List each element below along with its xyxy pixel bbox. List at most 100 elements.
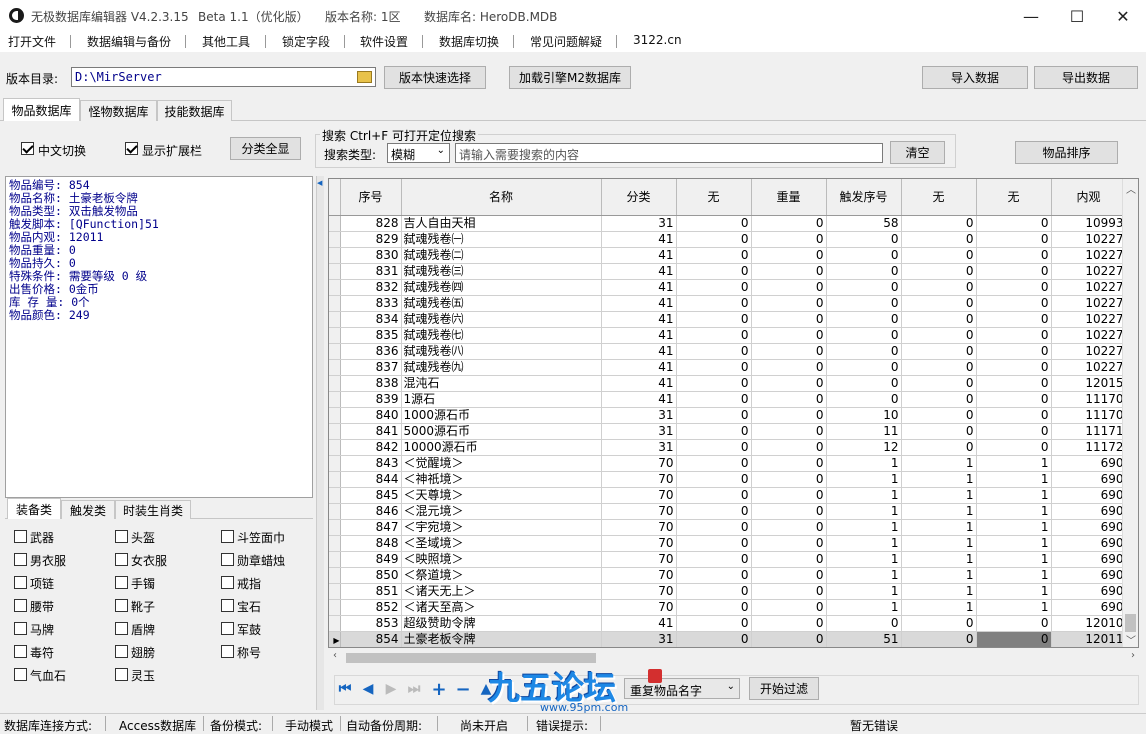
table-cell[interactable]: ＜圣域境＞ [401, 535, 602, 552]
table-cell[interactable]: 690 [1051, 519, 1127, 536]
category-checkbox[interactable] [14, 599, 27, 612]
cat-tab-trigger[interactable]: 触发类 [61, 500, 115, 519]
row-indicator[interactable] [329, 391, 341, 408]
table-cell[interactable]: 12015 [1051, 375, 1127, 392]
table-cell[interactable]: 吉人自由天相 [401, 215, 602, 232]
row-indicator[interactable] [329, 583, 341, 600]
table-cell[interactable]: 0 [751, 391, 827, 408]
table-cell[interactable]: 0 [676, 407, 752, 424]
table-row[interactable]: 838 混沌石 41 0 0 0 0 0 12015 [329, 375, 1127, 392]
table-cell[interactable]: 1 [976, 551, 1052, 568]
table-cell[interactable]: 70 [601, 455, 677, 472]
table-cell[interactable]: 1 [976, 487, 1052, 504]
table-cell[interactable]: 0 [826, 327, 902, 344]
table-cell[interactable]: 41 [601, 375, 677, 392]
table-cell[interactable]: 10 [826, 407, 902, 424]
category-checkbox[interactable] [14, 576, 27, 589]
category-checkbox[interactable] [221, 553, 234, 566]
table-cell[interactable]: 0 [751, 631, 827, 647]
table-cell[interactable]: 0 [676, 487, 752, 504]
row-indicator[interactable] [329, 439, 341, 456]
table-cell[interactable]: 840 [340, 407, 402, 424]
category-checkbox[interactable] [115, 645, 128, 658]
table-row[interactable]: 845 ＜天尊境＞ 70 0 0 1 1 1 690 [329, 487, 1127, 504]
table-cell[interactable]: ＜宇宛境＞ [401, 519, 602, 536]
table-cell[interactable]: 10227 [1051, 343, 1127, 360]
row-indicator[interactable] [329, 487, 341, 504]
clear-search-button[interactable]: 清空 [890, 141, 945, 164]
table-row[interactable]: 849 ＜映照境＞ 70 0 0 1 1 1 690 [329, 551, 1127, 568]
table-cell[interactable]: 41 [601, 615, 677, 632]
table-cell[interactable]: 41 [601, 343, 677, 360]
table-cell[interactable]: ＜祭道境＞ [401, 567, 602, 584]
table-row[interactable]: 839 1源石 41 0 0 0 0 0 11170 [329, 391, 1127, 408]
table-row[interactable]: 836 弑魂残卷㈧ 41 0 0 0 0 0 10227 [329, 343, 1127, 360]
table-cell[interactable]: 41 [601, 295, 677, 312]
table-cell[interactable]: 1 [826, 583, 902, 600]
table-cell[interactable]: 0 [751, 503, 827, 520]
table-row[interactable]: ▶ 854 土豪老板令牌 31 0 0 51 0 0 12011 [329, 631, 1127, 647]
table-cell[interactable]: 0 [676, 391, 752, 408]
table-cell[interactable]: 0 [976, 215, 1052, 232]
show-all-categories-button[interactable]: 分类全显 [230, 137, 301, 160]
table-cell[interactable]: 弑魂残卷㈨ [401, 359, 602, 376]
column-header[interactable]: 序号 [340, 179, 402, 216]
table-cell[interactable]: 41 [601, 327, 677, 344]
table-row[interactable]: 829 弑魂残卷㈠ 41 0 0 0 0 0 10227 [329, 231, 1127, 248]
folder-icon[interactable] [357, 71, 372, 83]
table-cell[interactable]: 0 [676, 295, 752, 312]
table-cell[interactable]: 1 [826, 567, 902, 584]
table-cell[interactable]: 10000源石币 [401, 439, 602, 456]
menu-edit-backup[interactable]: 数据编辑与备份 [87, 33, 171, 50]
table-cell[interactable]: 0 [751, 295, 827, 312]
cat-tab-equipment[interactable]: 装备类 [7, 498, 61, 519]
table-cell[interactable]: 0 [676, 311, 752, 328]
table-cell[interactable]: 0 [826, 279, 902, 296]
vertical-scroll-thumb[interactable] [1125, 614, 1136, 632]
table-cell[interactable]: 1 [826, 503, 902, 520]
export-data-button[interactable]: 导出数据 [1034, 66, 1138, 89]
table-cell[interactable]: 0 [901, 327, 977, 344]
scroll-down-icon[interactable]: ﹀ [1126, 632, 1136, 647]
table-cell[interactable]: 0 [751, 375, 827, 392]
table-cell[interactable]: 1 [901, 519, 977, 536]
table-cell[interactable]: 841 [340, 423, 402, 440]
table-cell[interactable]: 0 [976, 231, 1052, 248]
table-cell[interactable]: 852 [340, 599, 402, 616]
table-cell[interactable]: 0 [976, 375, 1052, 392]
table-cell[interactable]: 0 [751, 327, 827, 344]
row-indicator[interactable] [329, 519, 341, 536]
column-header[interactable]: 无 [976, 179, 1052, 216]
row-indicator[interactable] [329, 215, 341, 232]
delete-record-icon[interactable]: − [454, 679, 472, 700]
row-indicator[interactable] [329, 247, 341, 264]
table-cell[interactable]: 839 [340, 391, 402, 408]
category-checkbox[interactable] [221, 645, 234, 658]
search-type-select[interactable]: 模糊 ⌄ [387, 143, 450, 163]
table-cell[interactable]: 0 [901, 423, 977, 440]
table-row[interactable]: 831 弑魂残卷㈢ 41 0 0 0 0 0 10227 [329, 263, 1127, 280]
table-cell[interactable]: 0 [676, 231, 752, 248]
table-cell[interactable]: 837 [340, 359, 402, 376]
category-checkbox[interactable] [14, 622, 27, 635]
category-checkbox[interactable] [115, 530, 128, 543]
table-cell[interactable]: 70 [601, 567, 677, 584]
table-cell[interactable]: 0 [976, 359, 1052, 376]
table-row[interactable]: 843 ＜觉醒境＞ 70 0 0 1 1 1 690 [329, 455, 1127, 472]
table-cell[interactable]: 0 [676, 455, 752, 472]
scroll-up-icon[interactable]: ︿ [1126, 181, 1136, 196]
table-cell[interactable]: 0 [901, 247, 977, 264]
table-cell[interactable]: 0 [976, 439, 1052, 456]
table-cell[interactable]: 1 [826, 599, 902, 616]
table-cell[interactable]: 0 [676, 247, 752, 264]
table-cell[interactable]: 846 [340, 503, 402, 520]
table-cell[interactable]: 0 [901, 359, 977, 376]
table-cell[interactable]: 11 [826, 423, 902, 440]
show-ext-checkbox[interactable] [125, 142, 138, 155]
table-cell[interactable]: 1 [826, 519, 902, 536]
table-cell[interactable]: 844 [340, 471, 402, 488]
table-cell[interactable]: 835 [340, 327, 402, 344]
table-cell[interactable]: 1 [826, 471, 902, 488]
table-row[interactable]: 828 吉人自由天相 31 0 0 58 0 0 10993 [329, 215, 1127, 232]
table-cell[interactable]: 0 [751, 279, 827, 296]
